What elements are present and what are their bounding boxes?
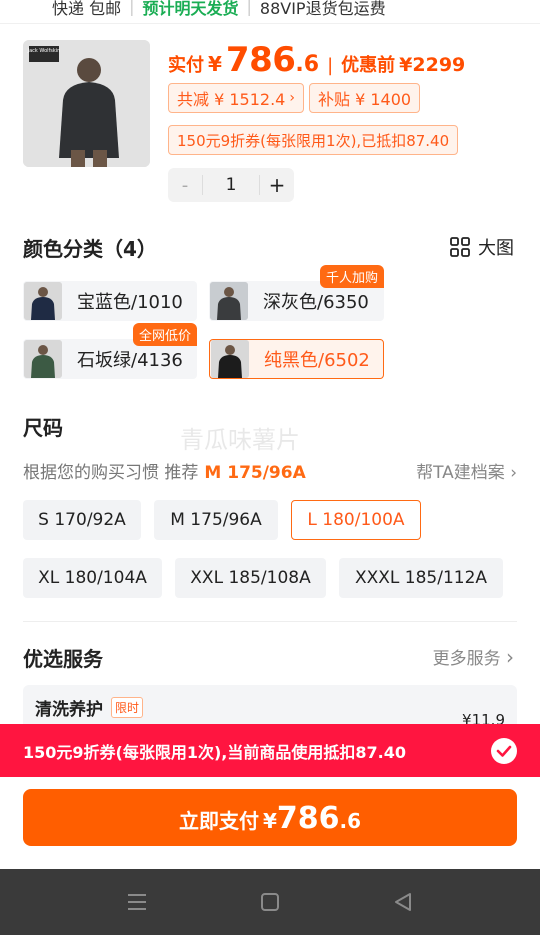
currency-symbol: ¥ bbox=[208, 52, 222, 76]
before-label: 优惠前 bbox=[341, 55, 396, 76]
watermark-text: 青瓜味薯片 bbox=[180, 426, 300, 454]
divider: | bbox=[327, 55, 334, 76]
product-thumbnail[interactable]: Jack Wolfskin bbox=[23, 40, 150, 167]
pay-price-integer: 786 bbox=[276, 801, 340, 836]
size-recommendation: 根据您的购买习惯 推荐 M 175/96A 帮TA建档案 › bbox=[23, 458, 517, 484]
divider: | bbox=[246, 0, 252, 16]
checkmark-icon[interactable] bbox=[491, 738, 517, 764]
chevron-right-icon: › bbox=[506, 645, 514, 669]
before-price: ¥2299 bbox=[399, 54, 466, 76]
coupon-applied-text: 150元9折券(每张限用1次),已抵扣87.40 bbox=[177, 131, 450, 150]
size-option-xxxl[interactable]: XXXL 185/112A bbox=[339, 558, 503, 598]
decrement-button[interactable]: - bbox=[168, 175, 202, 196]
pay-currency: ¥ bbox=[262, 809, 277, 833]
service-name: 清洗养护 bbox=[35, 700, 103, 720]
price-row: 实付 ¥ 786 .6 | 优惠前 ¥2299 bbox=[168, 40, 465, 80]
color-swatch bbox=[24, 282, 62, 320]
color-option-black[interactable]: 纯黑色/6502 bbox=[209, 339, 384, 379]
price-integer: 786 bbox=[225, 40, 296, 80]
more-services-link[interactable]: 更多服务 › bbox=[433, 644, 514, 669]
product-summary: Jack Wolfskin 实付 ¥ 786 .6 | 优惠前 ¥2299 共减… bbox=[23, 40, 517, 210]
coupon-notice-text: 150元9折券(每张限用1次),当前商品使用抵扣87.40 bbox=[23, 742, 406, 762]
back-icon[interactable] bbox=[390, 889, 416, 915]
pay-price-decimal: .6 bbox=[339, 809, 362, 833]
quantity-value[interactable]: 1 bbox=[202, 175, 260, 195]
subsidy-text: 补贴 ¥ 1400 bbox=[318, 90, 412, 109]
system-navigation-bar bbox=[0, 869, 540, 935]
recommendation-text: 根据您的购买习惯 推荐 bbox=[23, 463, 199, 483]
color-option-label: 深灰色/6350 bbox=[263, 292, 369, 313]
size-option-l[interactable]: L 180/100A bbox=[291, 500, 421, 540]
create-profile-link[interactable]: 帮TA建档案 › bbox=[416, 458, 517, 483]
coupon-notice-bar[interactable]: 150元9折券(每张限用1次),当前商品使用抵扣87.40 bbox=[0, 724, 540, 777]
color-section-title: 颜色分类（4） bbox=[23, 237, 157, 261]
size-option-s[interactable]: S 170/92A bbox=[23, 500, 141, 540]
paid-label: 实付 bbox=[168, 55, 204, 76]
checkout-footer: 立即支付 ¥ 786 .6 bbox=[0, 777, 540, 869]
popular-badge: 千人加购 bbox=[319, 265, 384, 288]
size-option-xxl[interactable]: XXL 185/108A bbox=[175, 558, 326, 598]
delivery-return: 88VIP退货包运费 bbox=[259, 0, 386, 18]
color-option-dark-grey[interactable]: 深灰色/6350 千人加购 bbox=[209, 265, 384, 321]
color-option-label: 纯黑色/6502 bbox=[264, 350, 370, 371]
recommended-size: M 175/96A bbox=[204, 463, 306, 483]
grid-icon bbox=[450, 237, 470, 257]
divider: | bbox=[129, 0, 135, 16]
chevron-right-icon: › bbox=[510, 463, 517, 483]
increment-button[interactable]: + bbox=[260, 173, 294, 197]
color-option-blue[interactable]: 宝蓝色/1010 bbox=[23, 281, 197, 321]
size-section-title: 尺码 bbox=[23, 416, 63, 440]
lowest-price-badge: 全网低价 bbox=[132, 323, 197, 346]
view-large-button[interactable]: 大图 bbox=[450, 234, 514, 260]
pay-now-label: 立即支付 bbox=[178, 809, 259, 833]
color-option-label: 宝蓝色/1010 bbox=[77, 292, 183, 313]
more-services-label: 更多服务 bbox=[432, 649, 501, 669]
subsidy-tag: 补贴 ¥ 1400 bbox=[309, 83, 421, 113]
home-icon[interactable] bbox=[257, 889, 283, 915]
total-discount-tag[interactable]: 共减 ¥ 1512.4 › bbox=[168, 83, 304, 113]
menu-icon[interactable] bbox=[124, 889, 150, 915]
coupon-applied-tag: 150元9折券(每张限用1次),已抵扣87.40 bbox=[168, 125, 459, 155]
chevron-right-icon: › bbox=[289, 90, 295, 106]
color-swatch bbox=[210, 282, 248, 320]
total-discount-text: 共减 ¥ 1512.4 bbox=[177, 90, 286, 109]
services-section-title: 优选服务 bbox=[23, 647, 103, 671]
color-swatch bbox=[24, 340, 62, 378]
section-divider bbox=[23, 621, 517, 622]
color-option-label: 石坂绿/4136 bbox=[77, 350, 183, 371]
delivery-eta: 预计明天发货 bbox=[142, 0, 239, 18]
price-decimal: .6 bbox=[295, 52, 320, 77]
delivery-shipping: 快递 包邮 bbox=[52, 0, 122, 18]
brand-logo: Jack Wolfskin bbox=[27, 48, 61, 54]
view-large-label: 大图 bbox=[478, 238, 514, 259]
pay-now-button[interactable]: 立即支付 ¥ 786 .6 bbox=[23, 789, 517, 846]
delivery-info-bar: 快递 包邮 | 预计明天发货 | 88VIP退货包运费 bbox=[0, 0, 540, 24]
size-option-m[interactable]: M 175/96A bbox=[154, 500, 278, 540]
color-option-green[interactable]: 石坂绿/4136 全网低价 bbox=[23, 323, 197, 379]
color-swatch bbox=[211, 340, 249, 378]
size-option-xl[interactable]: XL 180/104A bbox=[23, 558, 162, 598]
quantity-stepper: - 1 + bbox=[168, 168, 294, 202]
limited-time-badge: 限时 bbox=[111, 697, 144, 718]
create-profile-label: 帮TA建档案 bbox=[416, 463, 505, 483]
